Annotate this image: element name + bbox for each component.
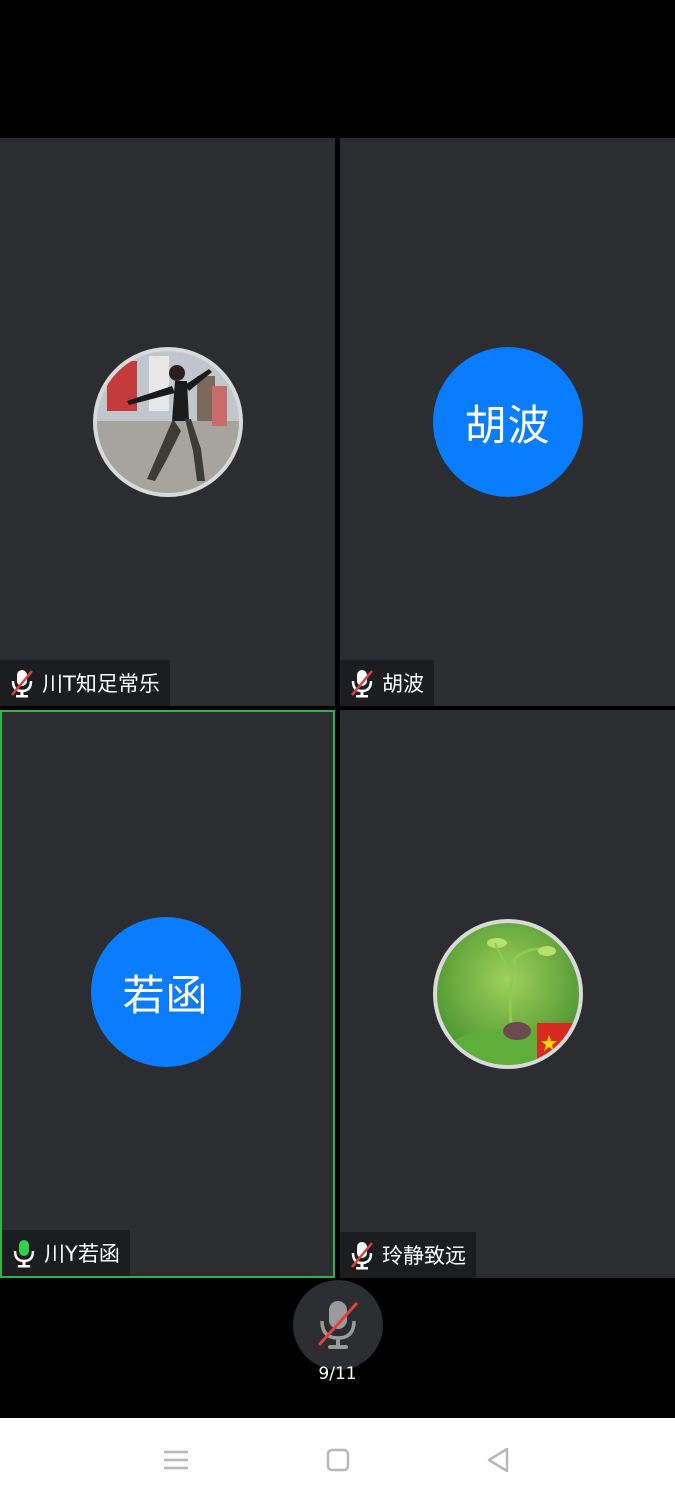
participant-name: 川T知足常乐 <box>42 672 160 696</box>
participant-avatar-initials: 若函 <box>90 917 241 1067</box>
participant-avatar-initials: 胡波 <box>432 347 583 497</box>
mute-toggle-button[interactable] <box>293 1280 383 1370</box>
participant-tile-speaking[interactable]: 若函 川Y若函 <box>0 710 335 1278</box>
mic-muted-icon <box>348 668 376 698</box>
participant-avatar-photo <box>92 347 243 497</box>
participant-name: 玲静致远 <box>382 1244 466 1268</box>
participant-nametag: 川Y若函 <box>2 1230 130 1276</box>
back-icon[interactable] <box>480 1442 516 1478</box>
video-grid: 川T知足常乐 胡波 胡波 若函 川Y若函 玲静致远 <box>0 138 675 1278</box>
participant-tile[interactable]: 川T知足常乐 <box>0 138 335 706</box>
participant-tile[interactable]: 胡波 胡波 <box>340 138 675 706</box>
mic-active-icon <box>10 1238 38 1268</box>
participant-nametag: 玲静致远 <box>340 1232 476 1278</box>
page-indicator: 9/11 <box>318 1364 357 1384</box>
participant-tile[interactable]: 玲静致远 <box>340 710 675 1278</box>
participant-nametag: 胡波 <box>340 660 434 706</box>
participant-name: 川Y若函 <box>44 1242 120 1266</box>
mic-muted-icon <box>317 1301 359 1349</box>
home-icon[interactable] <box>320 1442 356 1478</box>
participant-avatar-photo <box>432 919 583 1069</box>
menu-icon[interactable] <box>158 1442 194 1478</box>
plant-photo-icon <box>436 923 579 1065</box>
mic-muted-icon <box>8 668 36 698</box>
mic-muted-icon <box>348 1240 376 1270</box>
participant-nametag: 川T知足常乐 <box>0 660 170 706</box>
system-nav-bar <box>0 1418 675 1500</box>
participant-name: 胡波 <box>382 672 424 696</box>
person-photo-icon <box>96 351 239 493</box>
